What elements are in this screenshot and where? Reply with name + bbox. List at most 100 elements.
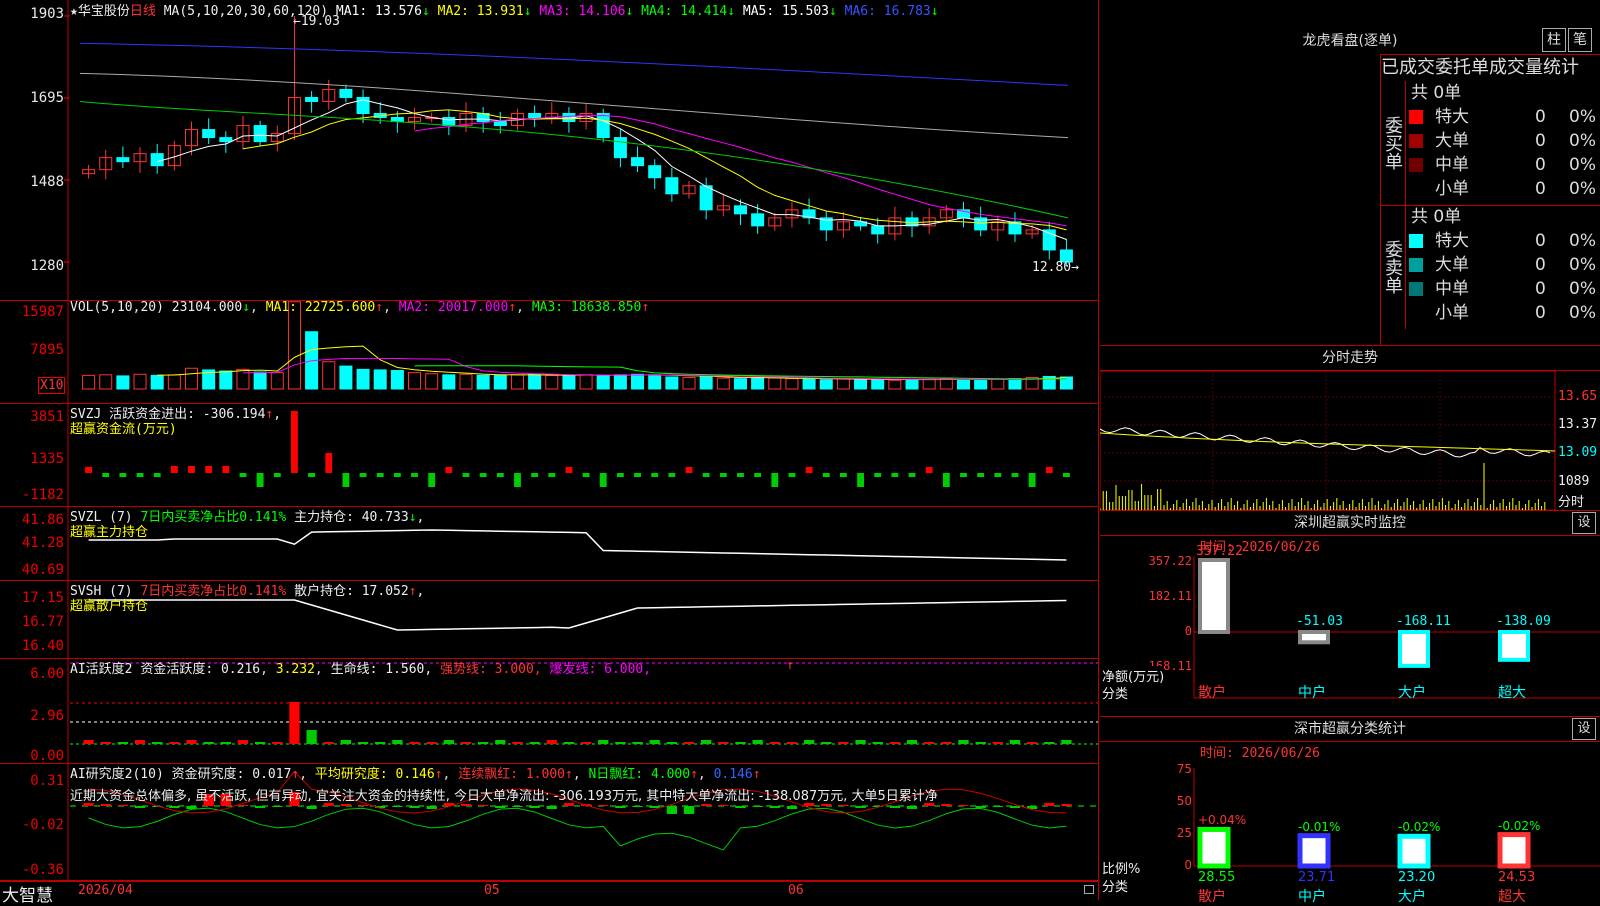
high-marker: ←19.03	[293, 14, 340, 29]
intraday-panel[interactable]: 13.65 13.37 13.09 1089 分时	[1100, 371, 1600, 510]
volume-bar	[819, 379, 833, 390]
sell-row: 大单 0 0%	[1409, 253, 1599, 277]
activity-bar	[512, 742, 523, 744]
y-label: 2.96	[30, 708, 64, 724]
intraday-avg-line	[1100, 432, 1556, 452]
ma5-line	[79, 72, 1069, 139]
research-bar	[272, 806, 283, 807]
volume-bar	[562, 375, 576, 390]
activity-bar	[169, 742, 180, 744]
tab-orders[interactable]: 委托单	[1435, 57, 1489, 78]
category-label: 散户	[1198, 685, 1226, 701]
research-green-line	[88, 807, 1067, 851]
volume-bar	[974, 379, 988, 390]
percent-value: 0%	[1569, 155, 1596, 175]
candle	[528, 113, 542, 119]
lock-icon[interactable]	[1084, 885, 1094, 894]
size-label: 中单	[1435, 155, 1469, 175]
activity-bar	[1026, 742, 1038, 744]
monitor-settings-button[interactable]: 设	[1572, 512, 1596, 534]
tab-executed[interactable]: 已成交	[1381, 57, 1435, 78]
flow-bar	[822, 473, 830, 477]
flow-bar	[462, 473, 470, 477]
volume-bar	[150, 374, 164, 390]
research-bar	[906, 806, 918, 809]
kline-chart[interactable]	[0, 0, 1098, 300]
retail-position-panel[interactable]: SVSH (7) 7日内买卖净占比0.141% 散户持仓: 17.052↑, 超…	[0, 580, 1098, 659]
bar-value-label: -168.11	[1396, 614, 1451, 629]
y-label: 7895	[30, 342, 64, 358]
pen-mode-button[interactable]: 笔	[1568, 28, 1592, 52]
kline-header: ★华宝股份日线 MA(5,10,20,30,60,120) MA1: 13.57…	[70, 0, 939, 19]
kline-panel[interactable]: ★华宝股份日线 MA(5,10,20,30,60,120) MA1: 13.57…	[0, 0, 1098, 301]
percent-value: 0%	[1569, 279, 1596, 299]
intraday-chart[interactable]	[1100, 371, 1600, 510]
flow-bar	[737, 473, 744, 477]
percent-value: 0%	[1569, 303, 1596, 323]
bar-value-label: 23.20	[1398, 870, 1436, 885]
count-value: 0	[1535, 279, 1546, 299]
volume-bar	[270, 372, 284, 390]
activity-bar	[649, 740, 660, 744]
activity-bar	[254, 742, 266, 744]
classify-settings-button[interactable]: 设	[1572, 718, 1596, 740]
flow-bar	[960, 473, 967, 477]
volume-bar	[596, 374, 610, 390]
flow-bar	[411, 473, 418, 477]
subtitle: 超赢散户持仓	[70, 599, 149, 614]
color-swatch	[1409, 306, 1423, 320]
y-label: 1488	[30, 174, 64, 190]
x-axis-title: 分类	[1102, 880, 1129, 895]
flow-bar	[188, 466, 195, 473]
order-table: 委买单 共 0单 特大 0 0% 大单 0 0% 中单 0 0% 小单 0 0% 委卖单 共 0单 特…	[1380, 81, 1600, 345]
y-label: 3851	[30, 409, 64, 425]
volume-bar	[956, 379, 970, 390]
y-label: 1903	[30, 6, 64, 22]
volume-bar	[528, 373, 542, 390]
monitor-panel: 时间: 2026/06/26 357.22 182.11 0 -168.11 净…	[1100, 536, 1600, 716]
volume-chart[interactable]	[0, 300, 1098, 403]
candle	[751, 213, 765, 227]
candle	[871, 225, 885, 235]
activity-bar	[203, 742, 214, 744]
research-bar	[117, 805, 129, 806]
tab-volume-stats[interactable]: 成交量统计	[1489, 57, 1579, 78]
x-tick: 2026/04	[78, 883, 133, 898]
fund-flow-panel[interactable]: SVZJ 活跃资金进出: -306.194↑, 超赢资金流(万元) 3851 1…	[0, 403, 1098, 507]
activity-bar	[683, 742, 695, 744]
bar-mode-button[interactable]: 柱	[1542, 28, 1566, 52]
flow-bar	[119, 473, 127, 477]
volume-bar	[802, 378, 816, 390]
color-swatch	[1409, 158, 1423, 172]
buy-row: 中单 0 0%	[1409, 153, 1599, 177]
volume-bar	[493, 374, 507, 390]
classify-bar	[1397, 833, 1431, 869]
volume-bar	[253, 371, 267, 390]
volume-bar	[442, 374, 456, 390]
count-value: 0	[1535, 131, 1546, 151]
flow-bar	[239, 473, 247, 477]
research-bar	[666, 806, 677, 814]
main-position-line	[88, 529, 1067, 561]
research-bar	[752, 806, 763, 807]
ai-research-panel[interactable]: AI研究度2(10) 资金研究度: 0.017↑, 平均研究度: 0.146↑,…	[0, 763, 1098, 882]
activity-bar	[443, 740, 454, 744]
volume-bar	[579, 374, 593, 390]
intraday-title: 分时走势	[1100, 345, 1600, 371]
flow-bar	[599, 473, 607, 487]
main-position-panel[interactable]: SVZL (7) 7日内买卖净占比0.141% 主力持仓: 40.733↓, 超…	[0, 506, 1098, 581]
research-bar	[546, 806, 557, 809]
volume-bar	[219, 370, 233, 390]
flow-bar	[857, 473, 864, 487]
percent-value: 0%	[1569, 179, 1596, 199]
ai-activity-panel[interactable]: AI活跃度2 资金活跃度: 0.216, 3.232, 生命线: 1.560, …	[0, 658, 1098, 764]
activity-bar	[357, 742, 369, 744]
subtitle: 超赢资金流(万元)	[70, 422, 177, 437]
research-bar	[460, 804, 472, 806]
flow-bar	[788, 473, 796, 477]
candle	[219, 137, 233, 143]
volume-bar	[167, 374, 181, 390]
ma-label: MA4: 14.414↓	[633, 4, 736, 19]
volume-panel[interactable]: VOL(5,10,20) 23104.000↓, MA1: 22725.600↑…	[0, 300, 1098, 404]
flow-bar	[891, 473, 899, 477]
